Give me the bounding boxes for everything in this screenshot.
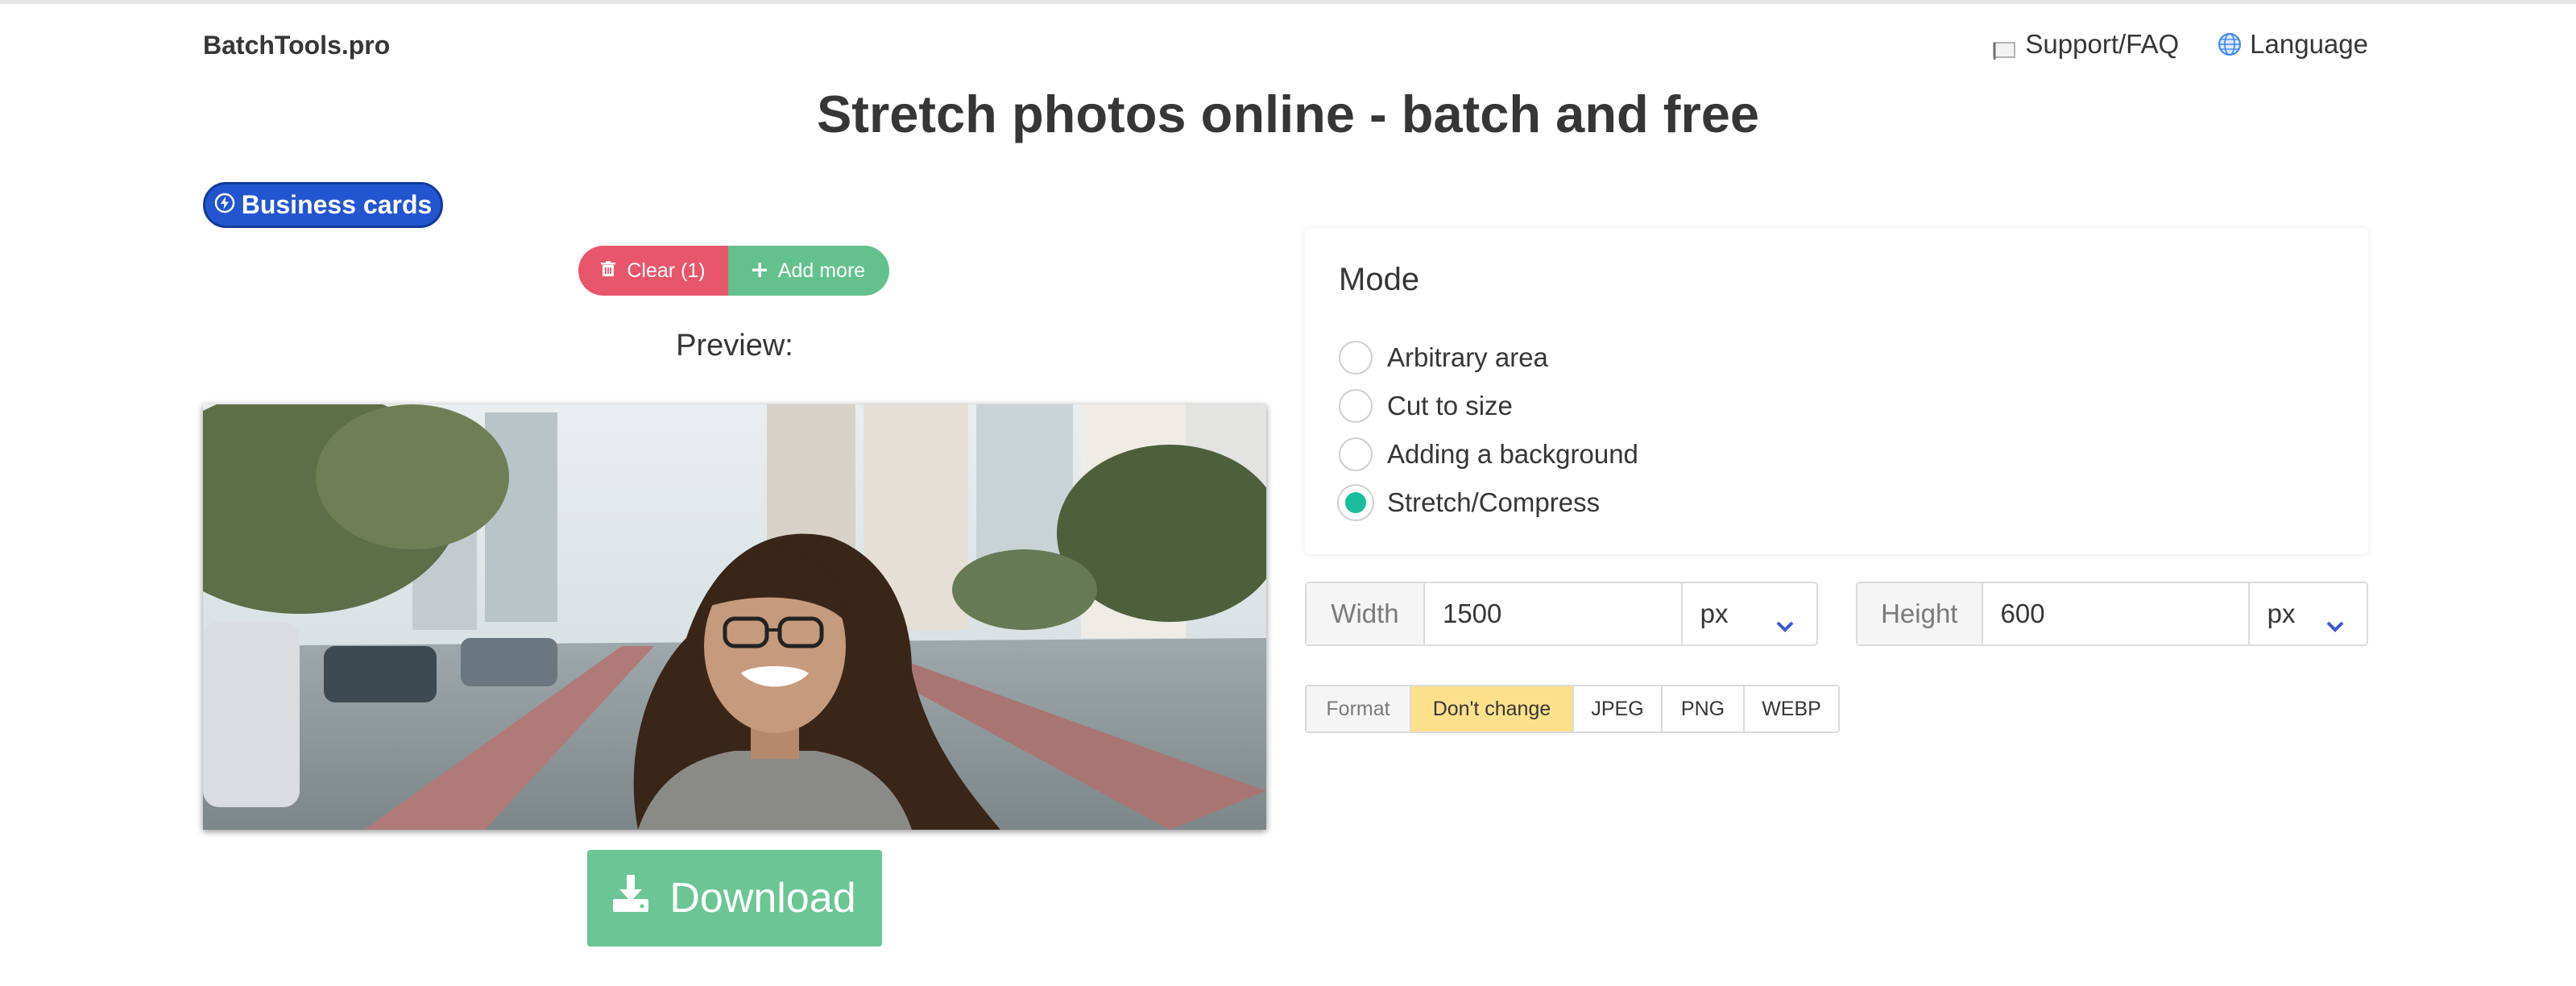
preview-image bbox=[203, 404, 1266, 830]
height-field-group: Height 600 px bbox=[1856, 582, 2368, 646]
radio-button[interactable] bbox=[1339, 341, 1373, 375]
top-border bbox=[0, 0, 2576, 4]
height-unit-value: px bbox=[2267, 599, 2296, 628]
width-field-group: Width 1500 px bbox=[1305, 582, 1818, 646]
mode-option-arbitrary-area[interactable]: Arbitrary area bbox=[1339, 341, 1548, 375]
height-label: Height bbox=[1857, 583, 1983, 644]
clear-button[interactable]: Clear (1) bbox=[578, 246, 728, 296]
height-input[interactable]: 600 bbox=[1983, 583, 2250, 644]
width-unit-select[interactable]: px bbox=[1683, 583, 1816, 644]
top-nav: Support/FAQ Language bbox=[1993, 29, 2368, 60]
mode-option-stretch-compress[interactable]: Stretch/Compress bbox=[1339, 486, 1600, 520]
width-input[interactable]: 1500 bbox=[1425, 583, 1683, 644]
support-faq-label: Support/FAQ bbox=[2025, 29, 2180, 59]
width-unit-value: px bbox=[1700, 599, 1729, 628]
download-button[interactable]: Download bbox=[587, 850, 882, 947]
add-more-label: Add more bbox=[777, 259, 866, 282]
mode-title: Mode bbox=[1339, 262, 1420, 297]
radio-button[interactable] bbox=[1339, 389, 1373, 423]
brand-logo[interactable]: BatchTools.pro bbox=[203, 31, 390, 60]
mode-option-label: Arbitrary area bbox=[1387, 342, 1548, 372]
mode-option-label: Adding a background bbox=[1387, 439, 1638, 469]
mode-option-cut-to-size[interactable]: Cut to size bbox=[1339, 389, 1513, 423]
page-title: Stretch photos online - batch and free bbox=[816, 85, 1760, 143]
format-option-jpeg[interactable]: JPEG bbox=[1572, 685, 1663, 733]
format-option-dont-change[interactable]: Don't change bbox=[1410, 685, 1574, 733]
width-label: Width bbox=[1307, 583, 1425, 644]
file-actions: Clear (1) Add more bbox=[578, 246, 889, 296]
chevron-down-icon bbox=[1776, 608, 1794, 632]
format-option-webp[interactable]: WEBP bbox=[1743, 685, 1840, 733]
chevron-down-icon bbox=[2326, 608, 2344, 632]
globe-icon bbox=[2218, 32, 2242, 56]
mode-option-label: Stretch/Compress bbox=[1387, 487, 1601, 517]
mode-card: Mode Arbitrary area Cut to size Adding a… bbox=[1305, 228, 2368, 554]
download-label: Download bbox=[669, 875, 856, 922]
radio-button-checked[interactable] bbox=[1339, 486, 1373, 520]
lightning-circle-icon bbox=[214, 190, 235, 220]
format-label: Format bbox=[1305, 685, 1411, 733]
trash-icon bbox=[601, 259, 616, 283]
language-label: Language bbox=[2250, 29, 2368, 59]
flag-icon bbox=[1993, 35, 2017, 60]
support-faq-link[interactable]: Support/FAQ bbox=[1993, 29, 2179, 60]
business-cards-button[interactable]: Business cards bbox=[203, 182, 443, 228]
download-icon bbox=[613, 874, 649, 922]
mode-option-label: Cut to size bbox=[1387, 391, 1513, 420]
clear-label: Clear (1) bbox=[627, 259, 706, 282]
format-selector: Format Don't change JPEG PNG WEBP bbox=[1305, 685, 1840, 733]
radio-button[interactable] bbox=[1339, 437, 1373, 471]
preview-label: Preview: bbox=[676, 329, 793, 362]
plus-icon bbox=[752, 259, 767, 283]
height-unit-select[interactable]: px bbox=[2250, 583, 2367, 644]
business-cards-label: Business cards bbox=[241, 190, 433, 219]
format-option-png[interactable]: PNG bbox=[1661, 685, 1745, 733]
mode-option-adding-background[interactable]: Adding a background bbox=[1339, 437, 1638, 471]
add-more-button[interactable]: Add more bbox=[728, 246, 889, 296]
language-selector[interactable]: Language bbox=[2218, 29, 2368, 60]
